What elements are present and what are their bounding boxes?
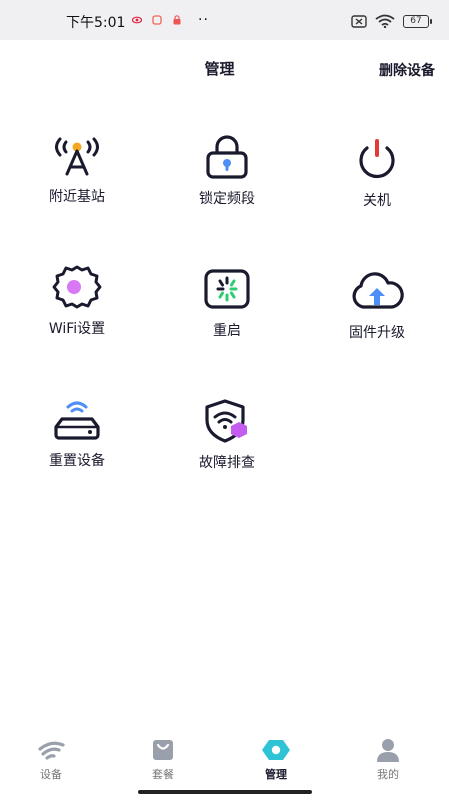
troubleshoot-label: 故障排查 <box>199 455 255 471</box>
wifi-signal-icon <box>38 741 65 760</box>
tab-mine[interactable]: 我的 <box>343 736 433 782</box>
restart-label: 重启 <box>213 323 241 339</box>
app-notification-icon <box>152 15 162 25</box>
wifi-settings-label: WiFi设置 <box>48 321 106 337</box>
bag-icon <box>153 740 173 760</box>
status-time: 下午5:01 <box>66 15 126 31</box>
user-icon <box>377 739 399 762</box>
restart-icon <box>204 269 250 309</box>
reset-device-label: 重置设备 <box>49 453 105 469</box>
home-indicator <box>138 790 312 794</box>
delete-device-button[interactable]: 删除设备 <box>379 60 435 80</box>
tab-package[interactable]: 套餐 <box>118 736 208 782</box>
lock-notification-icon <box>173 15 181 25</box>
tab-manage-label: 管理 <box>265 768 287 781</box>
wifi-status-icon <box>375 14 395 28</box>
nearby-stations-label: 附近基站 <box>49 189 105 205</box>
wifi-settings-item[interactable]: WiFi设置 <box>17 262 137 338</box>
status-bar: 下午5:01 ·· 67 <box>0 0 449 40</box>
power-icon <box>359 139 395 179</box>
battery-indicator: 67 <box>403 14 432 28</box>
lock-icon <box>206 135 248 179</box>
tab-device-label: 设备 <box>40 768 62 781</box>
firmware-upgrade-item[interactable]: 固件升级 <box>317 266 437 342</box>
reset-device-item[interactable]: 重置设备 <box>17 394 137 470</box>
router-icon <box>54 401 100 440</box>
tab-mine-label: 我的 <box>377 768 399 781</box>
shutdown-label: 关机 <box>363 193 391 209</box>
tab-manage[interactable]: 管理 <box>231 736 321 782</box>
hexagon-icon <box>262 740 290 760</box>
shutdown-item[interactable]: 关机 <box>317 134 437 210</box>
cell-tower-icon <box>55 137 99 176</box>
no-sim-icon <box>351 14 367 28</box>
tab-device[interactable]: 设备 <box>6 736 96 782</box>
lock-band-item[interactable]: 锁定频段 <box>167 132 287 208</box>
restart-item[interactable]: 重启 <box>167 264 287 340</box>
status-right: 67 <box>351 14 432 28</box>
status-dots: ·· <box>198 12 209 28</box>
tab-package-label: 套餐 <box>152 768 174 781</box>
firmware-upgrade-label: 固件升级 <box>349 325 405 341</box>
lock-band-label: 锁定频段 <box>199 191 255 207</box>
gear-icon <box>52 265 102 309</box>
troubleshoot-item[interactable]: 故障排查 <box>167 396 287 472</box>
shield-wifi-icon <box>205 399 247 443</box>
nearby-stations-item[interactable]: 附近基站 <box>17 130 137 206</box>
eye-notification-icon <box>132 16 142 24</box>
cloud-upload-icon <box>352 272 404 309</box>
